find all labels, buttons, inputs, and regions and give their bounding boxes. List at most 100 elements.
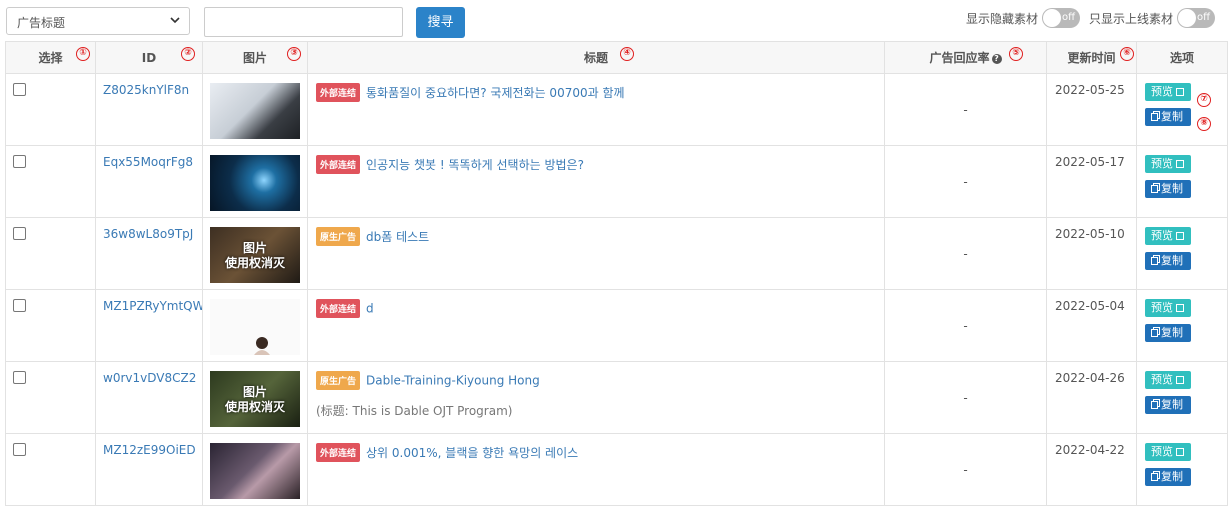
ad-thumbnail[interactable]	[210, 443, 300, 499]
copy-icon	[1151, 473, 1158, 481]
toggle-show-hidden[interactable]: off	[1042, 8, 1081, 28]
preview-button[interactable]: 预览	[1145, 227, 1191, 245]
updated-date: 2022-05-17	[1055, 155, 1125, 169]
ad-thumbnail[interactable]	[210, 83, 300, 139]
copy-button[interactable]: 复制	[1145, 180, 1191, 198]
row-checkbox[interactable]	[13, 371, 26, 384]
updated-date: 2022-04-22	[1055, 443, 1125, 457]
title-cell: 外部连结 통화품질이 중요하다면? 국제전화는 00700과 함께	[307, 73, 885, 146]
copy-button[interactable]: 复制	[1145, 324, 1191, 342]
image-cell	[202, 289, 308, 362]
rate-cell: -	[884, 145, 1047, 218]
toggle-online-only[interactable]: off	[1177, 8, 1216, 28]
ad-id-link[interactable]: Z8025knYlF8n	[96, 74, 202, 97]
ad-title-link[interactable]: 인공지능 챗봇 ! 똑똑하게 선택하는 방법은?	[366, 158, 584, 172]
annotation-marker: ④	[620, 47, 634, 61]
date-cell: 2022-05-17	[1046, 145, 1137, 218]
rate-cell: -	[884, 289, 1047, 362]
ad-table: 选择 ① ID ② 图片 ③ 标题 ④ 广告回应率? ⑤ 更新时间 ⑥ 选项 Z8025kn…	[5, 41, 1228, 506]
toggle-state-text: off	[1197, 12, 1211, 23]
ad-title-link[interactable]: 통화품질이 중요하다면? 국제전화는 00700과 함께	[366, 86, 625, 100]
image-revoked-overlay: 图片 使用权消灭	[224, 385, 285, 414]
toggle-knob	[1178, 9, 1197, 27]
table-row: w0rv1vDV8CZ2 图片 使用权消灭 原生广告 Dable-Training-…	[5, 361, 1228, 434]
ad-thumbnail[interactable]: 图片 使用权消灭	[210, 371, 300, 427]
select-cell	[5, 361, 96, 434]
external-link-icon	[1176, 448, 1184, 456]
header-select: 选择 ①	[5, 41, 96, 74]
annotation-marker: ⑤	[1009, 47, 1023, 61]
ad-type-badge: 外部连结	[316, 299, 361, 318]
table-row: Eqx55MoqrFg8 外部连结 인공지능 챗봇 ! 똑똑하게 선택하는 방법은…	[5, 145, 1228, 218]
copy-button[interactable]: 复制	[1145, 468, 1191, 486]
ad-id-link[interactable]: 36w8wL8o9TpJ	[96, 218, 202, 241]
annotation-marker: ③	[287, 47, 301, 61]
header-options: 选项	[1136, 41, 1228, 74]
ad-id-link[interactable]: MZ12zE99OiED	[96, 434, 202, 457]
search-input[interactable]	[204, 7, 403, 37]
id-cell: 36w8wL8o9TpJ	[95, 217, 203, 290]
image-revoked-overlay: 图片 使用权消灭	[224, 241, 285, 270]
row-checkbox[interactable]	[13, 443, 26, 456]
ad-title-link[interactable]: d	[366, 302, 374, 316]
external-link-icon	[1176, 232, 1184, 240]
options-cell: 预览 复制	[1136, 289, 1228, 362]
select-cell	[5, 145, 96, 218]
external-link-icon	[1176, 304, 1184, 312]
rate-cell: -	[884, 217, 1047, 290]
options-cell: 预览 复制	[1136, 361, 1228, 434]
date-cell: 2022-04-26	[1046, 361, 1137, 434]
copy-button[interactable]: 复制	[1145, 108, 1191, 126]
row-checkbox[interactable]	[13, 299, 26, 312]
select-cell	[5, 73, 96, 146]
person-thumbnail-figure	[254, 337, 270, 355]
annotation-marker: ⑦	[1197, 93, 1211, 107]
header-updated: 更新时间 ⑥	[1046, 41, 1137, 74]
ad-type-badge: 外部连结	[316, 83, 361, 102]
row-checkbox[interactable]	[13, 83, 26, 96]
id-cell: w0rv1vDV8CZ2	[95, 361, 203, 434]
preview-button[interactable]: 预览	[1145, 83, 1191, 101]
ad-id-link[interactable]: Eqx55MoqrFg8	[96, 146, 202, 169]
ad-title-link[interactable]: 상위 0.001%, 블랙을 향한 욕망의 레이스	[366, 446, 578, 460]
updated-date: 2022-05-25	[1055, 83, 1125, 97]
ad-id-link[interactable]: MZ1PZRyYmtQW	[96, 290, 202, 313]
rate-cell: -	[884, 73, 1047, 146]
select-cell	[5, 433, 96, 506]
date-cell: 2022-04-22	[1046, 433, 1137, 506]
copy-button[interactable]: 复制	[1145, 252, 1191, 270]
ad-title-link[interactable]: db폼 테스트	[366, 230, 429, 244]
row-checkbox[interactable]	[13, 227, 26, 240]
options-cell: 预览 复制	[1136, 433, 1228, 506]
image-cell	[202, 73, 308, 146]
ad-title-link[interactable]: Dable-Training-Kiyoung Hong	[366, 374, 540, 388]
chevron-down-icon	[170, 17, 180, 24]
annotation-marker: ①	[76, 47, 90, 61]
image-cell	[202, 433, 308, 506]
id-cell: MZ1PZRyYmtQW	[95, 289, 203, 362]
preview-button[interactable]: 预览	[1145, 155, 1191, 173]
ad-id-link[interactable]: w0rv1vDV8CZ2	[96, 362, 202, 385]
annotation-marker: ⑥	[1120, 47, 1134, 61]
preview-button[interactable]: 预览	[1145, 299, 1191, 317]
copy-button[interactable]: 复制	[1145, 396, 1191, 414]
search-field-select[interactable]: 广告标题	[6, 7, 190, 35]
copy-icon	[1151, 113, 1158, 121]
preview-button[interactable]: 预览	[1145, 371, 1191, 389]
title-cell: 外部连结 인공지능 챗봇 ! 똑똑하게 선택하는 방법은?	[307, 145, 885, 218]
ad-thumbnail[interactable]: 图片 使用权消灭	[210, 227, 300, 283]
table-row: MZ1PZRyYmtQW 外部连结 d - 2022-05-04 预览 复制	[5, 289, 1228, 362]
options-cell: 预览 复制	[1136, 145, 1228, 218]
updated-date: 2022-04-26	[1055, 371, 1125, 385]
preview-button[interactable]: 预览	[1145, 443, 1191, 461]
search-button[interactable]: 搜寻	[416, 7, 465, 38]
table-row: 36w8wL8o9TpJ 图片 使用权消灭 原生广告 db폼 테스트 - 2022-…	[5, 217, 1228, 290]
toggle-online-only-label: 只显示上线素材	[1089, 11, 1174, 26]
ad-thumbnail[interactable]	[210, 155, 300, 211]
header-image: 图片 ③	[202, 41, 308, 74]
ad-thumbnail[interactable]	[210, 299, 300, 355]
copy-icon	[1151, 257, 1158, 265]
row-checkbox[interactable]	[13, 155, 26, 168]
date-cell: 2022-05-25	[1046, 73, 1137, 146]
help-icon[interactable]: ?	[991, 53, 1002, 64]
